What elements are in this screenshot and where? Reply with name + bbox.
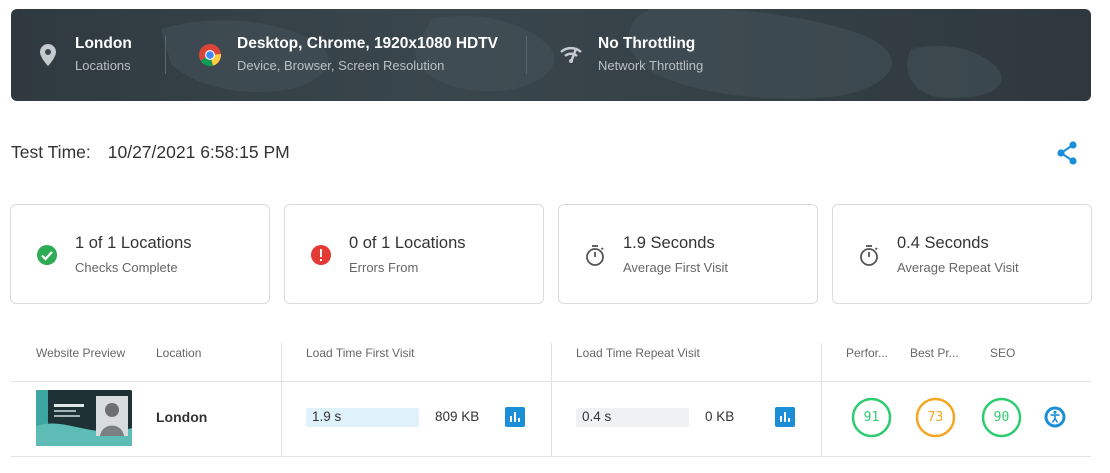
row-location: London (156, 409, 208, 425)
location-label: Locations (75, 58, 131, 73)
location-value: London (75, 35, 132, 52)
device-setting: Desktop, Chrome, 1920x1080 HDTV Device, … (195, 9, 498, 101)
device-label: Device, Browser, Screen Resolution (237, 58, 445, 73)
card-value: 1 of 1 Locations (75, 234, 192, 252)
repeat-visit-chart-button[interactable] (775, 407, 795, 427)
first-visit-size: 809 KB (435, 409, 480, 424)
best-practices-score-value: 73 (927, 410, 944, 425)
card-label: Average Repeat Visit (897, 260, 1019, 275)
card-value: 1.9 Seconds (623, 234, 715, 252)
bar-chart-icon (510, 412, 520, 422)
card-value: 0.4 Seconds (897, 234, 989, 252)
accessibility-icon[interactable] (1044, 406, 1066, 428)
first-visit-time-bar: 1.9 s (306, 408, 419, 427)
seo-score[interactable]: 90 (981, 397, 1022, 438)
first-visit-time: 1.9 s (312, 409, 342, 424)
repeat-visit-time-bar: 0.4 s (576, 408, 689, 427)
website-preview-thumbnail[interactable] (36, 390, 132, 446)
header-load-repeat[interactable]: Load Time Repeat Visit (576, 346, 700, 360)
header-performance[interactable]: Perfor... (846, 346, 888, 360)
repeat-visit-card: 0.4 Seconds Average Repeat Visit (832, 204, 1092, 304)
card-label: Errors From (349, 260, 419, 275)
world-map-background (161, 9, 1002, 99)
share-icon[interactable] (1056, 141, 1078, 165)
card-label: Checks Complete (75, 260, 178, 275)
first-visit-chart-button[interactable] (505, 407, 525, 427)
check-circle-icon (37, 245, 57, 265)
chrome-icon (195, 44, 225, 66)
card-value: 0 of 1 Locations (349, 234, 466, 252)
test-time: Test Time: 10/27/2021 6:58:15 PM (11, 142, 290, 163)
location-setting: London Locations (33, 9, 132, 101)
checks-complete-card: 1 of 1 Locations Checks Complete (10, 204, 270, 304)
banner-divider (526, 36, 527, 74)
error-circle-icon (311, 245, 331, 265)
seo-score-value: 90 (993, 410, 1010, 425)
test-time-value: 10/27/2021 6:58:15 PM (107, 142, 290, 162)
stopwatch-icon (586, 245, 604, 266)
header-website-preview: Website Preview (36, 346, 126, 360)
map-pin-icon (33, 44, 63, 66)
errors-card: 0 of 1 Locations Errors From (284, 204, 544, 304)
stopwatch-icon (860, 245, 878, 266)
table-header-divider (11, 381, 1091, 382)
test-settings-banner: London Locations Desktop, Chrome, 1920x1… (11, 9, 1091, 101)
device-value: Desktop, Chrome, 1920x1080 HDTV (237, 35, 499, 52)
header-location[interactable]: Location (156, 346, 201, 360)
test-time-label: Test Time: (11, 142, 91, 162)
network-label: Network Throttling (598, 58, 704, 73)
header-seo[interactable]: SEO (990, 346, 1015, 360)
column-divider (821, 343, 822, 457)
bar-chart-icon (780, 412, 790, 422)
banner-divider (165, 36, 166, 74)
performance-score[interactable]: 91 (851, 397, 892, 438)
signal-icon (556, 46, 586, 64)
repeat-visit-time: 0.4 s (582, 409, 612, 424)
best-practices-score[interactable]: 73 (915, 397, 956, 438)
performance-score-value: 91 (863, 410, 880, 425)
header-best-practices[interactable]: Best Pr... (910, 346, 959, 360)
network-setting: No Throttling Network Throttling (556, 9, 703, 101)
network-value: No Throttling (598, 35, 696, 52)
repeat-visit-size: 0 KB (705, 409, 735, 424)
card-label: Average First Visit (623, 260, 729, 275)
first-visit-card: 1.9 Seconds Average First Visit (558, 204, 818, 304)
column-divider (281, 343, 282, 457)
table-row-divider (11, 456, 1091, 457)
column-divider (551, 343, 552, 457)
header-load-first[interactable]: Load Time First Visit (306, 346, 414, 360)
